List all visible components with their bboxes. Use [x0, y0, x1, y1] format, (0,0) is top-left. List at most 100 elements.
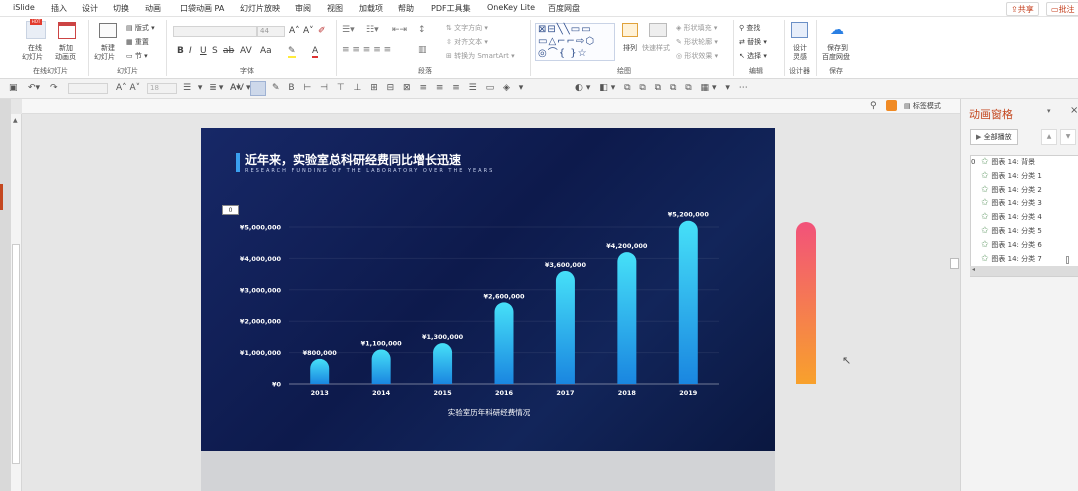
ribbon-separator — [88, 20, 89, 76]
shape-fill-button[interactable]: ◈ 形状填充 ▾ — [676, 23, 717, 33]
slide[interactable]: 近年来，实验室总科研经费同比增长迅速 RESEARCH FUNDING OF T… — [201, 128, 775, 451]
font-size-mini-input[interactable]: 18 — [147, 83, 177, 94]
design-ideas-sub[interactable]: 灵感 — [793, 52, 807, 62]
align-icons[interactable]: ≡ ≡ ≡ ≡ ≡ — [342, 45, 391, 55]
list-horizontal-scroll[interactable]: ◂ — [970, 266, 1078, 276]
menu-review[interactable]: 审阅 — [295, 3, 311, 14]
arrange-button[interactable]: 排列 — [623, 43, 637, 53]
shapes-gallery[interactable]: ⊠⊟╲╲▭▭ ▭△⌐⌐⇨⬡ ◎⌒{ }☆ — [535, 23, 615, 61]
line-spacing-icon[interactable]: ↕ — [418, 25, 426, 35]
shadow-icon[interactable]: S — [212, 46, 218, 56]
play-all-button[interactable]: ▶ 全部播放 — [970, 129, 1018, 145]
animation-item-label: 图表 14: 分类 4 — [991, 213, 1042, 222]
menu-pocket-animation[interactable]: 口袋动画 PA — [180, 3, 224, 14]
shape-effects-button[interactable]: ◎ 形状效果 ▾ — [676, 51, 718, 61]
canvas-scroll-thumb[interactable] — [950, 258, 959, 269]
save-baidu-sub[interactable]: 百度网盘 — [822, 52, 850, 62]
underline-icon[interactable]: U — [200, 46, 207, 56]
pane-options-icon[interactable]: ▾ — [1047, 107, 1051, 115]
change-case-icon[interactable]: Aa — [260, 46, 272, 56]
menu-baidu-disk[interactable]: 百度网盘 — [548, 3, 580, 14]
redo-icon[interactable]: ↷ — [50, 83, 58, 94]
bar-data-label: ¥4,200,000 — [606, 242, 648, 250]
menu-insert[interactable]: 插入 — [51, 3, 67, 14]
increase-font-icon[interactable]: A˄ — [289, 26, 300, 36]
grow-font-icon[interactable]: A˄ A˅ — [116, 83, 140, 94]
columns-icon[interactable]: ▥ — [418, 45, 427, 55]
select-button[interactable]: ↖ 选择 ▾ — [739, 51, 767, 61]
layout-button[interactable]: ▤ 版式 ▾ — [126, 23, 155, 33]
highlight-icon[interactable]: ✎ — [288, 46, 296, 58]
close-icon[interactable]: × — [1070, 105, 1078, 116]
font-color-icon[interactable]: A — [312, 46, 319, 58]
text-direction-icon: ⇅ — [446, 24, 455, 32]
menu-addins[interactable]: 加载项 — [359, 3, 383, 14]
indent-icon[interactable]: ⇤⇥ — [392, 25, 407, 35]
move-down-button[interactable]: ▼ — [1060, 129, 1076, 145]
italic-icon[interactable]: I — [189, 46, 192, 56]
font-size-input[interactable]: 44 — [257, 26, 285, 37]
settings-icon[interactable] — [886, 100, 897, 111]
animation-list-item[interactable]: ✩ 图表 14: 分类 7 — [971, 254, 1042, 267]
animation-list-item[interactable]: ✩ 图表 14: 分类 5 — [971, 226, 1042, 239]
menu-animations[interactable]: 动画 — [145, 3, 161, 14]
menu-help[interactable]: 帮助 — [398, 3, 414, 14]
text-direction-button[interactable]: ⇅ 文字方向 ▾ — [446, 23, 488, 33]
gradient-bar-shape[interactable] — [796, 222, 816, 384]
save-icon[interactable]: ▣ — [9, 83, 18, 94]
group-online-slides-label: 在线幻灯片 — [33, 67, 68, 75]
strikethrough-icon[interactable]: ab — [223, 46, 234, 56]
clear-format-icon[interactable]: ✐ — [318, 26, 326, 36]
scroll-thumb[interactable] — [12, 244, 20, 464]
arrange-tools-group[interactable]: ◐▾ ◧▾ ⧉ ⧉ ⧉ ⧉ ⧉ ▦▾ ▾ ⋯ — [575, 83, 751, 94]
replace-button[interactable]: ⇄ 替换 ▾ — [739, 37, 767, 47]
vertical-scrollbar[interactable]: ▲ — [11, 114, 22, 491]
menu-onekey-lite[interactable]: OneKey Lite — [487, 3, 535, 12]
text-box-toggle[interactable] — [250, 81, 266, 96]
group-paragraph-label: 段落 — [418, 67, 432, 75]
label-mode-toggle[interactable]: ▤ 标签模式 — [904, 101, 941, 111]
numbering-icon[interactable]: ☷▾ — [366, 25, 379, 35]
new-slide-sub[interactable]: 幻灯片 — [94, 52, 115, 62]
move-up-button[interactable]: ▲ — [1041, 129, 1057, 145]
animation-list-item[interactable]: ✩ 图表 14: 分类 6 — [971, 240, 1042, 253]
undo-icon[interactable]: ↶▾ — [28, 83, 40, 94]
font-color-mini-icon[interactable]: A▾ — [230, 83, 241, 94]
format-tools-group[interactable]: ☰ ▾ ≣▾ AV▾ — [183, 83, 252, 94]
bold-icon[interactable]: B — [177, 46, 184, 56]
menu-pdf-tools[interactable]: PDF工具集 — [431, 3, 471, 14]
section-button[interactable]: ▭ 节 ▾ — [126, 51, 148, 61]
ribbon-separator — [166, 20, 167, 76]
comments-button[interactable]: ▭批注 — [1046, 2, 1078, 16]
decrease-font-icon[interactable]: A˅ — [303, 26, 314, 36]
animation-list-item[interactable]: ✩ 图表 14: 分类 3 — [971, 198, 1042, 211]
alignment-tools-group[interactable]: ✎ B ⊢ ⊣ ⊤ ⊥ ⊞ ⊟ ⊠ ≡ ≡ ≡ ☰ ▭ ◈ ▾ — [272, 83, 526, 94]
new-anim-page-sub[interactable]: 动画页 — [55, 52, 76, 62]
quick-styles-button[interactable]: 快速样式 — [642, 43, 670, 53]
font-name-mini-input[interactable] — [68, 83, 108, 94]
menu-transitions[interactable]: 切换 — [113, 3, 129, 14]
animation-list-item[interactable]: 0 ✩ 图表 14: 背景 — [971, 157, 1035, 170]
animation-list-item[interactable]: ✩ 图表 14: 分类 1 — [971, 171, 1042, 184]
menu-islide[interactable]: iSlide — [13, 3, 35, 12]
char-spacing-icon[interactable]: AV — [240, 46, 252, 56]
zoom-icon[interactable]: ⚲ — [870, 101, 877, 111]
list-vertical-scroll[interactable] — [1066, 256, 1069, 264]
menu-design[interactable]: 设计 — [82, 3, 98, 14]
menu-view[interactable]: 视图 — [327, 3, 343, 14]
font-name-input[interactable] — [173, 26, 257, 37]
bullets-icon[interactable]: ☰▾ — [342, 25, 355, 35]
find-button[interactable]: ⚲ 查找 — [739, 23, 760, 33]
convert-smartart-button[interactable]: ⊞ 转换为 SmartArt ▾ — [446, 51, 515, 61]
menu-slideshow[interactable]: 幻灯片放映 — [240, 3, 280, 14]
paint-bucket-icon: ◈ — [676, 24, 684, 32]
animation-list-item[interactable]: ✩ 图表 14: 分类 2 — [971, 185, 1042, 198]
animation-list-item[interactable]: ✩ 图表 14: 分类 4 — [971, 212, 1042, 225]
reset-button[interactable]: ▦ 重置 — [126, 37, 149, 47]
align-text-button[interactable]: ⇳ 对齐文本 ▾ — [446, 37, 488, 47]
share-button[interactable]: ⇪共享 — [1006, 2, 1039, 16]
online-slides-sub[interactable]: 幻灯片 — [22, 52, 43, 62]
shape-outline-button[interactable]: ✎ 形状轮廓 ▾ — [676, 37, 718, 47]
scroll-up-icon[interactable]: ▲ — [13, 117, 18, 124]
anim-pane-title: 动画窗格 — [969, 108, 1013, 121]
